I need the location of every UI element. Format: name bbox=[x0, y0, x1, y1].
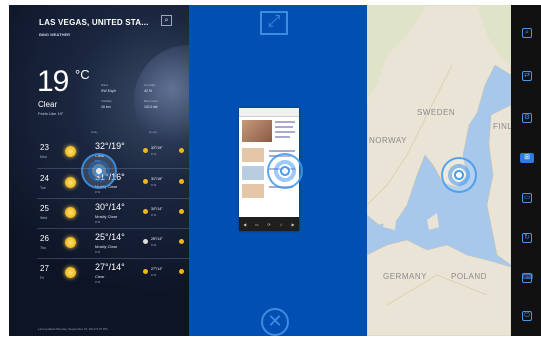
thumbnail-text bbox=[269, 150, 295, 152]
sun-icon bbox=[65, 177, 76, 188]
sun-icon bbox=[179, 209, 184, 214]
sun-icon bbox=[179, 148, 184, 153]
snap-switcher-pane[interactable]: ⤢ ◀ ▭ ⟳ ☆ ▶ ✕ bbox=[189, 5, 367, 336]
forecast-hilo: 30°/14° bbox=[95, 202, 125, 212]
thumbnail-block bbox=[242, 148, 264, 162]
forecast-row[interactable]: 25 Wed 30°/14° Mostly Clear 0 % 30°/14° … bbox=[37, 198, 189, 228]
thumbnail-text bbox=[275, 126, 293, 128]
sun-icon bbox=[143, 209, 148, 214]
forecast-dow: Thu bbox=[40, 246, 47, 250]
search-icon[interactable]: ⌕ bbox=[522, 28, 532, 38]
forecast-hilo: 25°/14° bbox=[95, 232, 125, 242]
forecast-dow: Tue bbox=[40, 186, 46, 190]
location-title[interactable]: LAS VEGAS, UNITED STA... bbox=[39, 18, 149, 27]
sun-icon bbox=[65, 146, 76, 157]
forecast-row[interactable]: 26 Thu 25°/14° Mostly Clear 0 % 25°/14° … bbox=[37, 228, 189, 258]
cloud-icon bbox=[143, 239, 148, 244]
forecast-alt-precip: 0 % bbox=[151, 273, 157, 277]
thumbnail-text bbox=[275, 121, 295, 123]
last-updated: Last updated Monday, September 23, 2013 … bbox=[38, 327, 108, 331]
sun-icon bbox=[143, 148, 148, 153]
map-label-finland: FINL bbox=[493, 122, 511, 131]
sun-icon bbox=[179, 179, 184, 184]
map-label-germany: GERMANY bbox=[383, 272, 427, 281]
detail-visibility: Visibility 16 km bbox=[101, 99, 112, 109]
share-icon[interactable]: ⇄ bbox=[522, 71, 532, 81]
map-label-norway: NORWAY bbox=[369, 136, 407, 145]
forecast-alt-hilo: 27°/14° bbox=[151, 267, 163, 271]
thumbnail-block bbox=[242, 166, 264, 180]
sun-icon bbox=[179, 239, 184, 244]
maps-app-pane[interactable]: SWEDEN NORWAY FINL GERMANY POLAND bbox=[367, 5, 511, 336]
forecast-day: 24 bbox=[40, 174, 49, 183]
map-label-sweden: SWEDEN bbox=[417, 108, 456, 117]
forecast-row[interactable]: 27 Fri 27°/14° Clear 0 % 27°/14° 0 % bbox=[37, 258, 189, 288]
sun-icon bbox=[65, 207, 76, 218]
forecast-condition: Mostly Clear bbox=[95, 244, 118, 249]
forecast-alt-hilo: 31°/16° bbox=[151, 177, 163, 181]
sun-icon bbox=[65, 237, 76, 248]
forecast-alt-hilo: 30°/14° bbox=[151, 207, 163, 211]
search-icon[interactable]: ⌕ bbox=[161, 15, 172, 26]
forecast-day: 26 bbox=[40, 234, 49, 243]
sun-icon bbox=[179, 269, 184, 274]
expand-arrows-icon[interactable]: ⤢ bbox=[260, 11, 288, 35]
forecast-day: 25 bbox=[40, 204, 49, 213]
forecast-precip: 0 % bbox=[95, 190, 101, 194]
forecast-precip: 0 % bbox=[95, 250, 101, 254]
forecast-condition: Mostly Clear bbox=[95, 214, 118, 219]
windows-screen: LAS VEGAS, UNITED STA... BING WEATHER ⌕ … bbox=[9, 5, 541, 336]
thumbnail-text bbox=[275, 136, 290, 138]
map-land bbox=[367, 5, 511, 336]
touch-point-indicator bbox=[441, 157, 477, 193]
forecast-hilo: 32°/19° bbox=[95, 141, 125, 151]
charms-bar: ⌕ ⇄ ⚙ ⊞ ▭ ↻ ⌨ ⏻ bbox=[511, 5, 541, 336]
forecast-alt-precip: 0 % bbox=[151, 243, 157, 247]
forecast-alt-hilo: 25°/14° bbox=[151, 237, 163, 241]
settings-icon[interactable]: ⚙ bbox=[522, 113, 532, 123]
refresh-icon[interactable]: ↻ bbox=[522, 233, 532, 243]
feels-like: Feels Like 19° bbox=[38, 111, 64, 116]
thumbnail-photo bbox=[242, 120, 272, 142]
devices-icon[interactable]: ▭ bbox=[522, 193, 532, 203]
touch-point-indicator bbox=[267, 153, 303, 189]
forecast-dow: Fri bbox=[40, 276, 45, 280]
detail-humidity: Humidity 42 % bbox=[144, 83, 156, 93]
current-condition: Clear bbox=[38, 100, 58, 109]
forecast-dow: Wed bbox=[40, 216, 48, 220]
detail-wind: Wind SW 8 kph bbox=[101, 83, 117, 93]
detail-barometer: Barometer 1013 mb bbox=[144, 99, 159, 109]
forecast-hilo: 27°/14° bbox=[95, 262, 125, 272]
forecast-condition: Clear bbox=[95, 274, 105, 279]
power-icon[interactable]: ⏻ bbox=[522, 311, 532, 321]
daily-header: Daily bbox=[91, 130, 98, 134]
hourly-header: Hourly bbox=[149, 130, 158, 134]
close-circle-icon[interactable]: ✕ bbox=[261, 308, 289, 336]
keyboard-icon[interactable]: ⌨ bbox=[522, 273, 533, 283]
thumbnail-nav-bar: ◀ ▭ ⟳ ☆ ▶ bbox=[239, 217, 299, 231]
thumbnail-header bbox=[239, 108, 299, 117]
thumbnail-text bbox=[275, 131, 295, 133]
forecast-alt-precip: 0 % bbox=[151, 213, 157, 217]
weather-source: BING WEATHER bbox=[39, 32, 71, 37]
temperature-unit[interactable]: °C bbox=[75, 67, 90, 82]
map-label-poland: POLAND bbox=[451, 272, 487, 281]
sun-icon bbox=[65, 267, 76, 278]
forecast-day: 23 bbox=[40, 143, 49, 152]
forecast-dow: Mon bbox=[40, 155, 47, 159]
forecast-alt-precip: 0 % bbox=[151, 183, 157, 187]
start-icon[interactable]: ⊞ bbox=[520, 153, 534, 163]
current-temperature: 19 bbox=[37, 65, 69, 98]
forecast-alt-precip: 0 % bbox=[151, 152, 157, 156]
sun-icon bbox=[143, 179, 148, 184]
sun-icon bbox=[143, 269, 148, 274]
touch-point-indicator bbox=[81, 153, 117, 189]
forecast-day: 27 bbox=[40, 264, 49, 273]
forecast-precip: 0 % bbox=[95, 280, 101, 284]
thumbnail-block bbox=[242, 184, 264, 198]
forecast-alt-hilo: 32°/19° bbox=[151, 146, 163, 150]
weather-app-pane[interactable]: LAS VEGAS, UNITED STA... BING WEATHER ⌕ … bbox=[9, 5, 189, 336]
forecast-precip: 0 % bbox=[95, 220, 101, 224]
